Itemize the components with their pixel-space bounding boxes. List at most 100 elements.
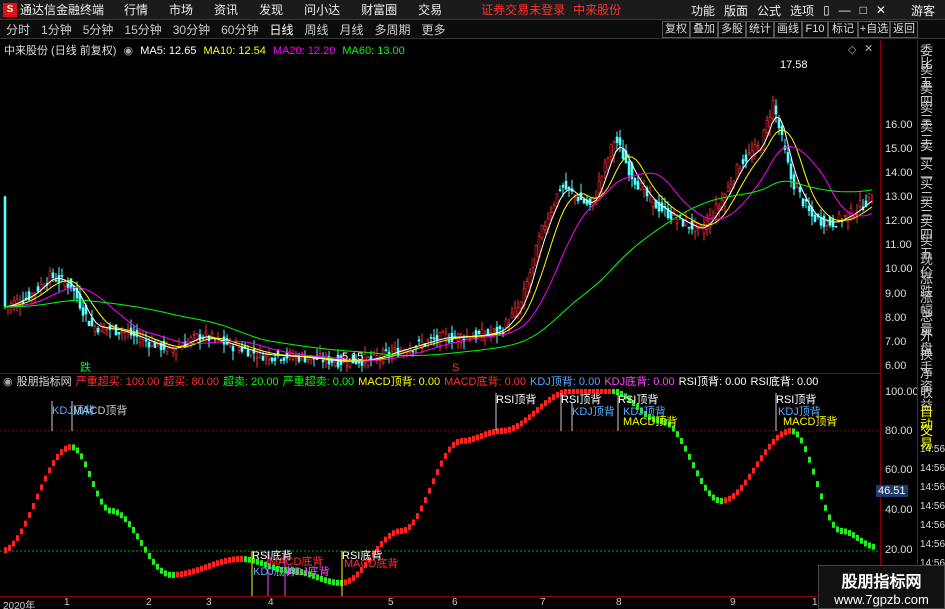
quote-side-panel: 委比 卖五 卖四 卖三 卖二 卖一 买一 买二 买三 买四 买五 现价 涨跌 涨幅 总量 外盘 换手 净资 收益 自动…: [917, 40, 945, 596]
period-multi[interactable]: 多周期: [375, 21, 411, 38]
price-tick: 7.00: [885, 336, 907, 348]
period-toolbar: 分时 1分钟 5分钟 15分钟 30分钟 60分钟 日线 周线 月线 多周期 更…: [0, 20, 945, 39]
menu-function[interactable]: 功能: [691, 2, 715, 19]
legend-kdj-bottom: KDJ底背: 0.00: [604, 376, 675, 388]
date-label: 3: [206, 597, 212, 608]
indicator-tick: 60.00: [885, 464, 913, 476]
overlay-button[interactable]: 叠加: [690, 21, 718, 38]
signal-macd-top-1: MACD顶背: [73, 403, 127, 417]
period-intraday[interactable]: 分时: [6, 21, 30, 38]
side-item[interactable]: 14:56: [920, 443, 945, 456]
date-label: 2020年: [3, 601, 36, 609]
signal-rsi-top-2: RSI顶背: [561, 392, 601, 406]
price-tick: 10.00: [885, 263, 913, 275]
high-price-label: 17.58: [780, 59, 808, 71]
side-item[interactable]: 14:56: [920, 519, 945, 532]
date-label: 7: [540, 597, 546, 608]
low-price-label: 5.15: [342, 351, 363, 363]
period-5min[interactable]: 5分钟: [83, 21, 114, 38]
menu-discover[interactable]: 发现: [259, 1, 283, 18]
menu-market[interactable]: 行情: [124, 1, 148, 18]
legend-macd-bottom: MACD底背: 0.00: [444, 376, 527, 388]
menu-trade[interactable]: 交易: [418, 1, 442, 18]
indicator-chart[interactable]: KDJ顶背 MACD顶背 RSI顶背 RSI顶背 KDJ顶背 RSI顶背 KDJ…: [0, 389, 880, 596]
watermark: 股朋指标网 www.7gpzb.com: [818, 565, 945, 609]
period-60min[interactable]: 60分钟: [221, 21, 258, 38]
mark-button[interactable]: 标记: [828, 21, 858, 38]
menu-market-list[interactable]: 市场: [169, 1, 193, 18]
indicator-name[interactable]: 股朋指标网: [17, 373, 72, 389]
guest-label[interactable]: 游客: [911, 2, 935, 19]
price-tick: 15.00: [885, 143, 913, 155]
adjust-button[interactable]: 复权: [662, 21, 690, 38]
price-tick: 14.00: [885, 167, 913, 179]
legend-macd-top: MACD顶背: 0.00: [358, 376, 441, 388]
fall-mark: 跌: [80, 360, 91, 372]
period-30min[interactable]: 30分钟: [173, 21, 210, 38]
s-mark: S: [452, 362, 459, 372]
side-item[interactable]: 14:56: [920, 462, 945, 475]
indicator-tick: 100.00: [885, 386, 919, 398]
menu-wealth-circle[interactable]: 财富圈: [361, 1, 397, 18]
close-icon[interactable]: ✕: [876, 3, 886, 17]
indicator-tick: 80.00: [885, 425, 913, 437]
price-tick: 16.00: [885, 119, 913, 131]
minimize-icon[interactable]: —: [839, 3, 851, 17]
add-watchlist-button[interactable]: +自选: [858, 21, 890, 38]
period-15min[interactable]: 15分钟: [124, 21, 161, 38]
app-name: 通达信金融终端: [20, 3, 105, 17]
indicator-tick: 40.00: [885, 504, 913, 516]
back-button[interactable]: 返回: [890, 21, 918, 38]
period-monthly[interactable]: 月线: [340, 21, 364, 38]
draw-line-button[interactable]: 画线: [774, 21, 802, 38]
date-label: 8: [616, 597, 622, 608]
indicator-bars: [4, 389, 875, 586]
price-tick: 8.00: [885, 312, 907, 324]
price-tick: 6.00: [885, 360, 907, 372]
maximize-icon[interactable]: □: [860, 3, 867, 17]
menu-layout[interactable]: 版面: [724, 2, 748, 19]
menu-formula[interactable]: 公式: [757, 2, 781, 19]
legend-rsi-bottom: RSI底背: 0.00: [750, 376, 819, 388]
date-label: 4: [268, 597, 274, 608]
signal-rsi-top-3: RSI顶背: [618, 392, 658, 406]
menu-assistant[interactable]: 问小达: [304, 1, 340, 18]
menu-news[interactable]: 资讯: [214, 1, 238, 18]
price-tick: 13.00: [885, 191, 913, 203]
divergence-signals: KDJ顶背 MACD顶背 RSI顶背 RSI顶背 KDJ顶背 RSI顶背 KDJ…: [51, 392, 837, 596]
restore-window-icon[interactable]: ▯: [823, 3, 830, 17]
watermark-url: www.7gpzb.com: [834, 592, 929, 607]
legend-severe-oversold: 严重超卖: 0.00: [282, 376, 355, 388]
price-tick: 11.00: [885, 239, 912, 251]
period-1min[interactable]: 1分钟: [41, 21, 72, 38]
legend-oversold: 超卖: 20.00: [223, 376, 279, 388]
f10-button[interactable]: F10: [802, 21, 828, 38]
login-alert[interactable]: 证券交易未登录: [481, 1, 565, 18]
menu-options[interactable]: 选项: [790, 2, 814, 19]
candlestick-chart[interactable]: 17.58 5.15 跌 S: [0, 40, 880, 372]
ma-lines-group: [3, 116, 873, 362]
multi-stock-button[interactable]: 多股: [718, 21, 746, 38]
signal-rsi-top-4: RSI顶背: [776, 392, 816, 406]
period-weekly[interactable]: 周线: [304, 21, 328, 38]
side-item[interactable]: 14:56: [920, 538, 945, 551]
side-item[interactable]: 14:56: [920, 481, 945, 494]
period-more[interactable]: 更多: [422, 21, 446, 38]
period-daily[interactable]: 日线: [269, 21, 293, 38]
indicator-tick: 20.00: [885, 544, 913, 556]
price-tick: 12.00: [885, 215, 913, 227]
date-label: 9: [730, 597, 736, 608]
stats-button[interactable]: 统计: [746, 21, 774, 38]
legend-kdj-top: KDJ顶背: 0.00: [530, 376, 601, 388]
side-item[interactable]: 14:56: [920, 500, 945, 513]
watermark-title: 股朋指标网: [841, 574, 922, 591]
broker-label: 中来股份: [573, 3, 622, 17]
current-indicator-value: 46.51: [876, 485, 908, 497]
indicator-legend: ◉ 股朋指标网 严重超买: 100.00 超买: 80.00 超卖: 20.00…: [0, 373, 880, 388]
signal-macd-top-3: MACD顶背: [783, 414, 837, 428]
candles-group: [3, 95, 874, 372]
legend-overbought: 超买: 80.00: [163, 376, 220, 388]
signal-kdj-top-2: KDJ顶背: [572, 404, 615, 418]
indicator-settings-icon[interactable]: ◉: [3, 375, 13, 388]
title-bar: S 通达信金融终端 行情 市场 资讯 发现 问小达 财富圈 交易 证券交易未登录…: [0, 0, 945, 20]
